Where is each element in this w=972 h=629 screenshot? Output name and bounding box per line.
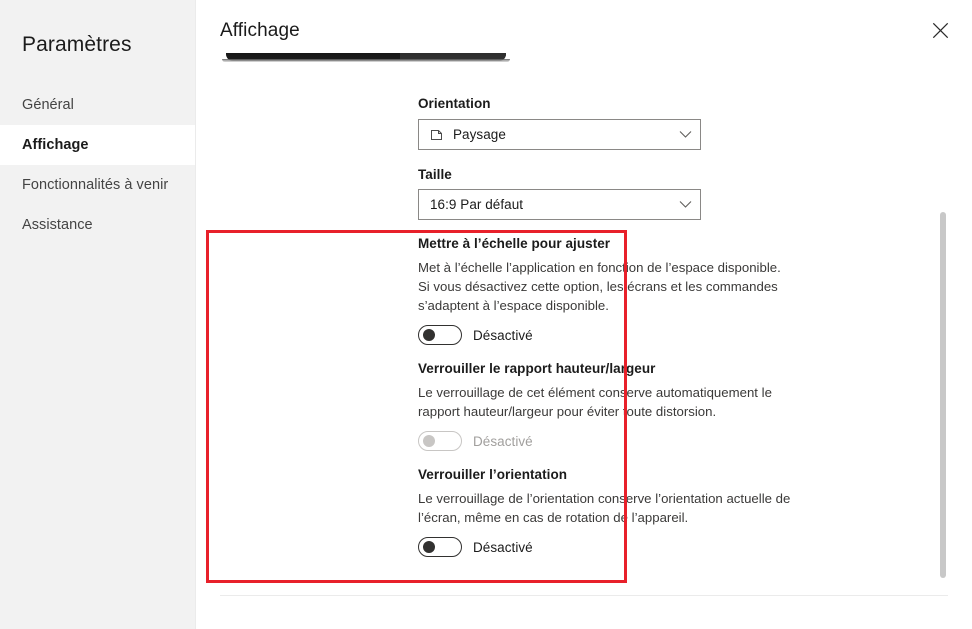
sidebar-item-label: Général — [22, 96, 74, 113]
device-preview-base — [222, 59, 510, 62]
sidebar-nav: Général Affichage Fonctionnalités à veni… — [0, 85, 195, 245]
settings-dialog: Paramètres Général Affichage Fonctionnal… — [0, 0, 972, 629]
orientation-dropdown[interactable]: Paysage — [418, 119, 701, 150]
sidebar: Paramètres Général Affichage Fonctionnal… — [0, 0, 196, 629]
chevron-down-icon — [679, 200, 692, 209]
setting-description: Le verrouillage de l’orientation conserv… — [418, 491, 791, 525]
setting-title: Verrouiller l’orientation — [418, 467, 568, 482]
lock-aspect-ratio-toggle — [418, 431, 462, 451]
setting-description: Met à l’échelle l’application en fonctio… — [418, 260, 781, 313]
taille-label: Taille — [418, 167, 452, 182]
setting-scale-to-fit: Mettre à l’échelle pour ajuster Met à l’… — [418, 236, 808, 345]
scale-to-fit-toggle[interactable] — [418, 325, 462, 345]
setting-toggle-row: Désactivé — [418, 325, 808, 345]
content-divider — [220, 595, 948, 596]
display-settings-list: Mettre à l’échelle pour ajuster Met à l’… — [418, 236, 808, 557]
taille-value: 16:9 Par défaut — [430, 197, 524, 212]
setting-toggle-row: Désactivé — [418, 537, 808, 557]
sidebar-item-label: Assistance — [22, 216, 93, 233]
toggle-state-label: Désactivé — [473, 433, 533, 449]
sidebar-item-label: Affichage — [22, 136, 89, 153]
lock-orientation-toggle[interactable] — [418, 537, 462, 557]
toggle-knob — [423, 435, 435, 447]
scrollbar-track[interactable] — [940, 0, 946, 629]
chevron-down-icon — [679, 130, 692, 139]
setting-toggle-row: Désactivé — [418, 431, 808, 451]
sidebar-item-affichage[interactable]: Affichage — [0, 125, 195, 165]
setting-title: Verrouiller le rapport hauteur/largeur — [418, 361, 656, 376]
orientation-value: Paysage — [453, 127, 506, 142]
page-title: Affichage — [220, 20, 300, 41]
setting-title: Mettre à l’échelle pour ajuster — [418, 236, 611, 251]
setting-lock-aspect-ratio: Verrouiller le rapport hauteur/largeur L… — [418, 361, 808, 451]
taille-dropdown[interactable]: 16:9 Par défaut — [418, 189, 701, 220]
device-preview-image — [222, 53, 510, 65]
orientation-label: Orientation — [418, 96, 491, 111]
settings-content-panel: Affichage Orientation Paysage Taille 16:… — [196, 0, 972, 629]
toggle-state-label: Désactivé — [473, 539, 533, 555]
sidebar-item-assistance[interactable]: Assistance — [0, 205, 195, 245]
sidebar-title: Paramètres — [22, 33, 132, 56]
toggle-knob — [423, 329, 435, 341]
sidebar-item-general[interactable]: Général — [0, 85, 195, 125]
sidebar-item-label: Fonctionnalités à venir — [22, 176, 169, 193]
setting-lock-orientation: Verrouiller l’orientation Le verrouillag… — [418, 467, 808, 557]
setting-description: Le verrouillage de cet élément conserve … — [418, 385, 772, 419]
toggle-state-label: Désactivé — [473, 327, 533, 343]
sidebar-item-fonctionnalites-a-venir[interactable]: Fonctionnalités à venir — [0, 165, 195, 205]
page-landscape-icon — [430, 128, 444, 142]
toggle-knob — [423, 541, 435, 553]
device-preview-body — [226, 53, 506, 61]
scrollbar-thumb[interactable] — [940, 212, 946, 578]
